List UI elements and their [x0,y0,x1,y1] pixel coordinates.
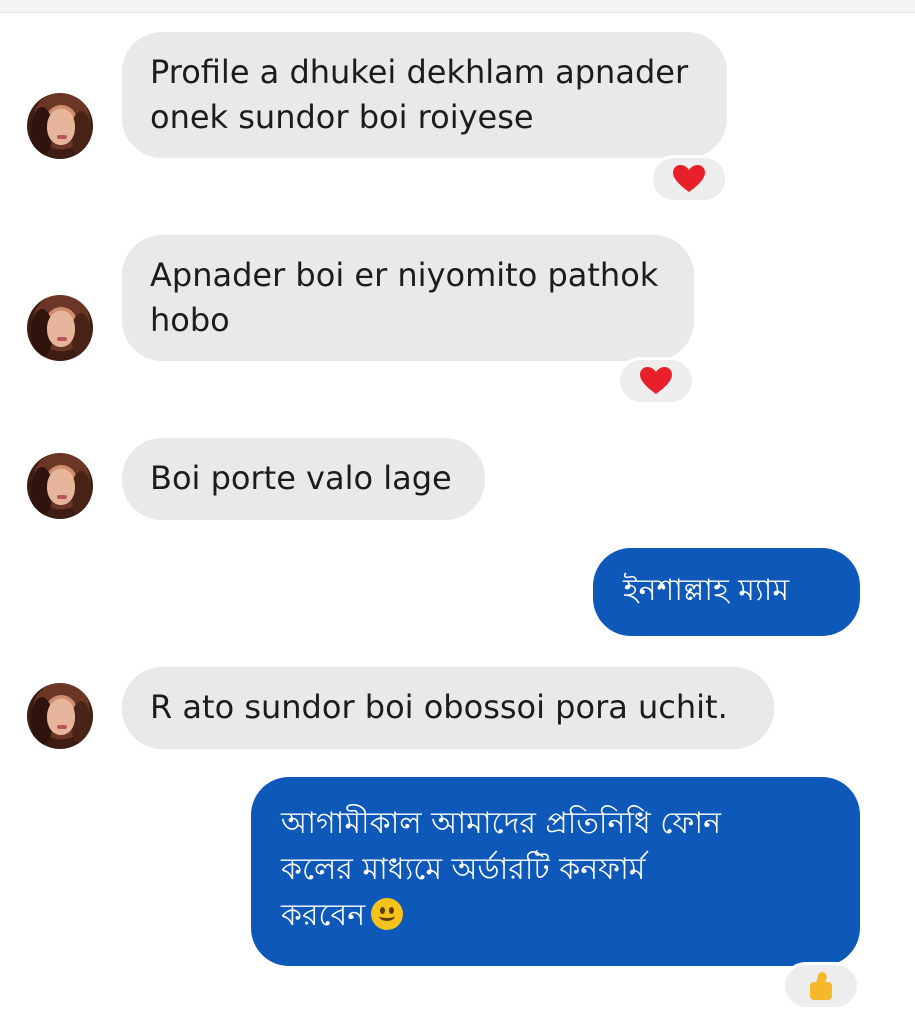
message-text: Boi porte valo lage [150,459,452,497]
reaction-badge[interactable] [650,155,728,203]
message-bubble-incoming[interactable]: Boi porte valo lage [122,438,485,520]
message-text: R ato sundor boi obossoi pora uchit. [150,688,728,726]
message-text-line: কলের মাধ্যমে অর্ডারটি কনফার্ম [281,852,646,887]
contact-avatar[interactable] [27,453,93,519]
message-text-line: আগামীকাল আমাদের প্রতিনিধি ফোন [281,806,721,841]
message-text: ইনশাল্লাহ ম্যাম [623,573,790,608]
heart-icon [640,367,672,394]
thumbs-up-icon [806,970,836,1002]
contact-avatar[interactable] [27,683,93,749]
message-text-line: onek sundor boi roiyese [150,98,534,136]
message-bubble-outgoing[interactable]: আগামীকাল আমাদের প্রতিনিধি ফোন কলের মাধ্য… [251,777,860,966]
contact-avatar[interactable] [27,93,93,159]
reaction-badge[interactable] [782,962,860,1010]
message-bubble-incoming[interactable]: Profile a dhukei dekhlam apnader onek su… [122,32,727,158]
message-bubble-incoming[interactable]: Apnader boi er niyomito pathok hobo [122,235,694,361]
top-bar [0,0,915,13]
message-bubble-incoming[interactable]: R ato sundor boi obossoi pora uchit. [122,667,774,749]
reaction-badge[interactable] [617,357,695,405]
message-text-line: করবেন [281,898,366,933]
contact-avatar[interactable] [27,295,93,361]
smiling-face-icon [371,898,404,930]
heart-icon [673,165,705,192]
message-text-line: hobo [150,301,230,339]
message-text-line: Profile a dhukei dekhlam apnader [150,53,689,91]
message-bubble-outgoing[interactable]: ইনশাল্লাহ ম্যাম [593,548,860,636]
message-text-line: Apnader boi er niyomito pathok [150,256,659,294]
